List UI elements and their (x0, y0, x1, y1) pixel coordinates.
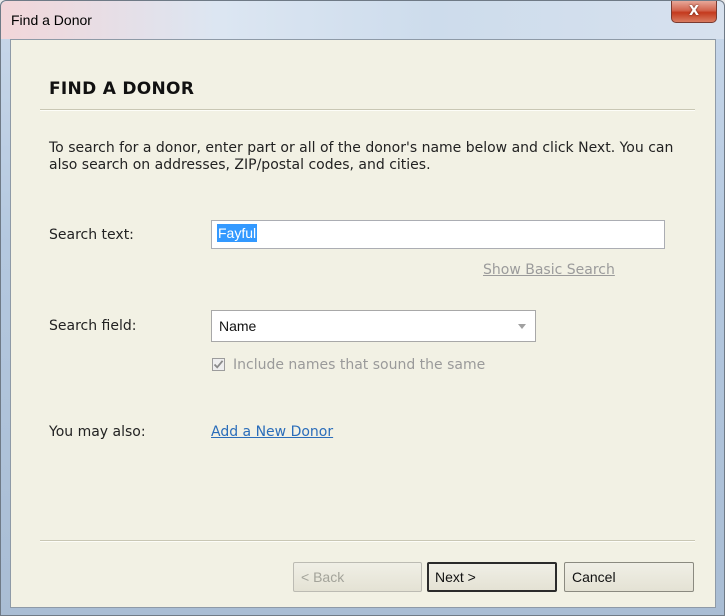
you-may-also-label: You may also: (49, 424, 146, 440)
back-button[interactable]: < Back (293, 562, 422, 592)
search-input[interactable]: Fayful (211, 220, 665, 249)
next-button[interactable]: Next > (427, 562, 557, 592)
soundex-checkbox-label[interactable]: Include names that sound the same (233, 357, 485, 373)
page-title: FIND A DONOR (49, 79, 195, 99)
cancel-button[interactable]: Cancel (564, 562, 694, 592)
search-input-value: Fayful (217, 224, 258, 242)
title-bar[interactable]: Find a Donor X (1, 1, 724, 39)
show-basic-search-link[interactable]: Show Basic Search (483, 262, 615, 278)
checkmark-icon (213, 360, 224, 369)
search-text-label: Search text: (49, 227, 134, 243)
dialog-window: Find a Donor X FIND A DONOR To search fo… (0, 0, 725, 616)
search-field-label: Search field: (49, 318, 137, 334)
soundex-checkbox[interactable] (212, 358, 225, 371)
header-divider (40, 109, 695, 111)
dialog-body: FIND A DONOR To search for a donor, ente… (10, 39, 716, 608)
search-field-selected: Name (219, 318, 257, 334)
instructions-text: To search for a donor, enter part or all… (49, 140, 674, 173)
close-button[interactable]: X (671, 1, 717, 23)
chevron-down-icon (518, 324, 526, 329)
close-icon: X (688, 4, 700, 19)
search-field-dropdown[interactable]: Name (211, 310, 536, 342)
footer-divider (40, 540, 695, 542)
add-new-donor-link[interactable]: Add a New Donor (211, 424, 333, 440)
window-title: Find a Donor (11, 12, 92, 28)
